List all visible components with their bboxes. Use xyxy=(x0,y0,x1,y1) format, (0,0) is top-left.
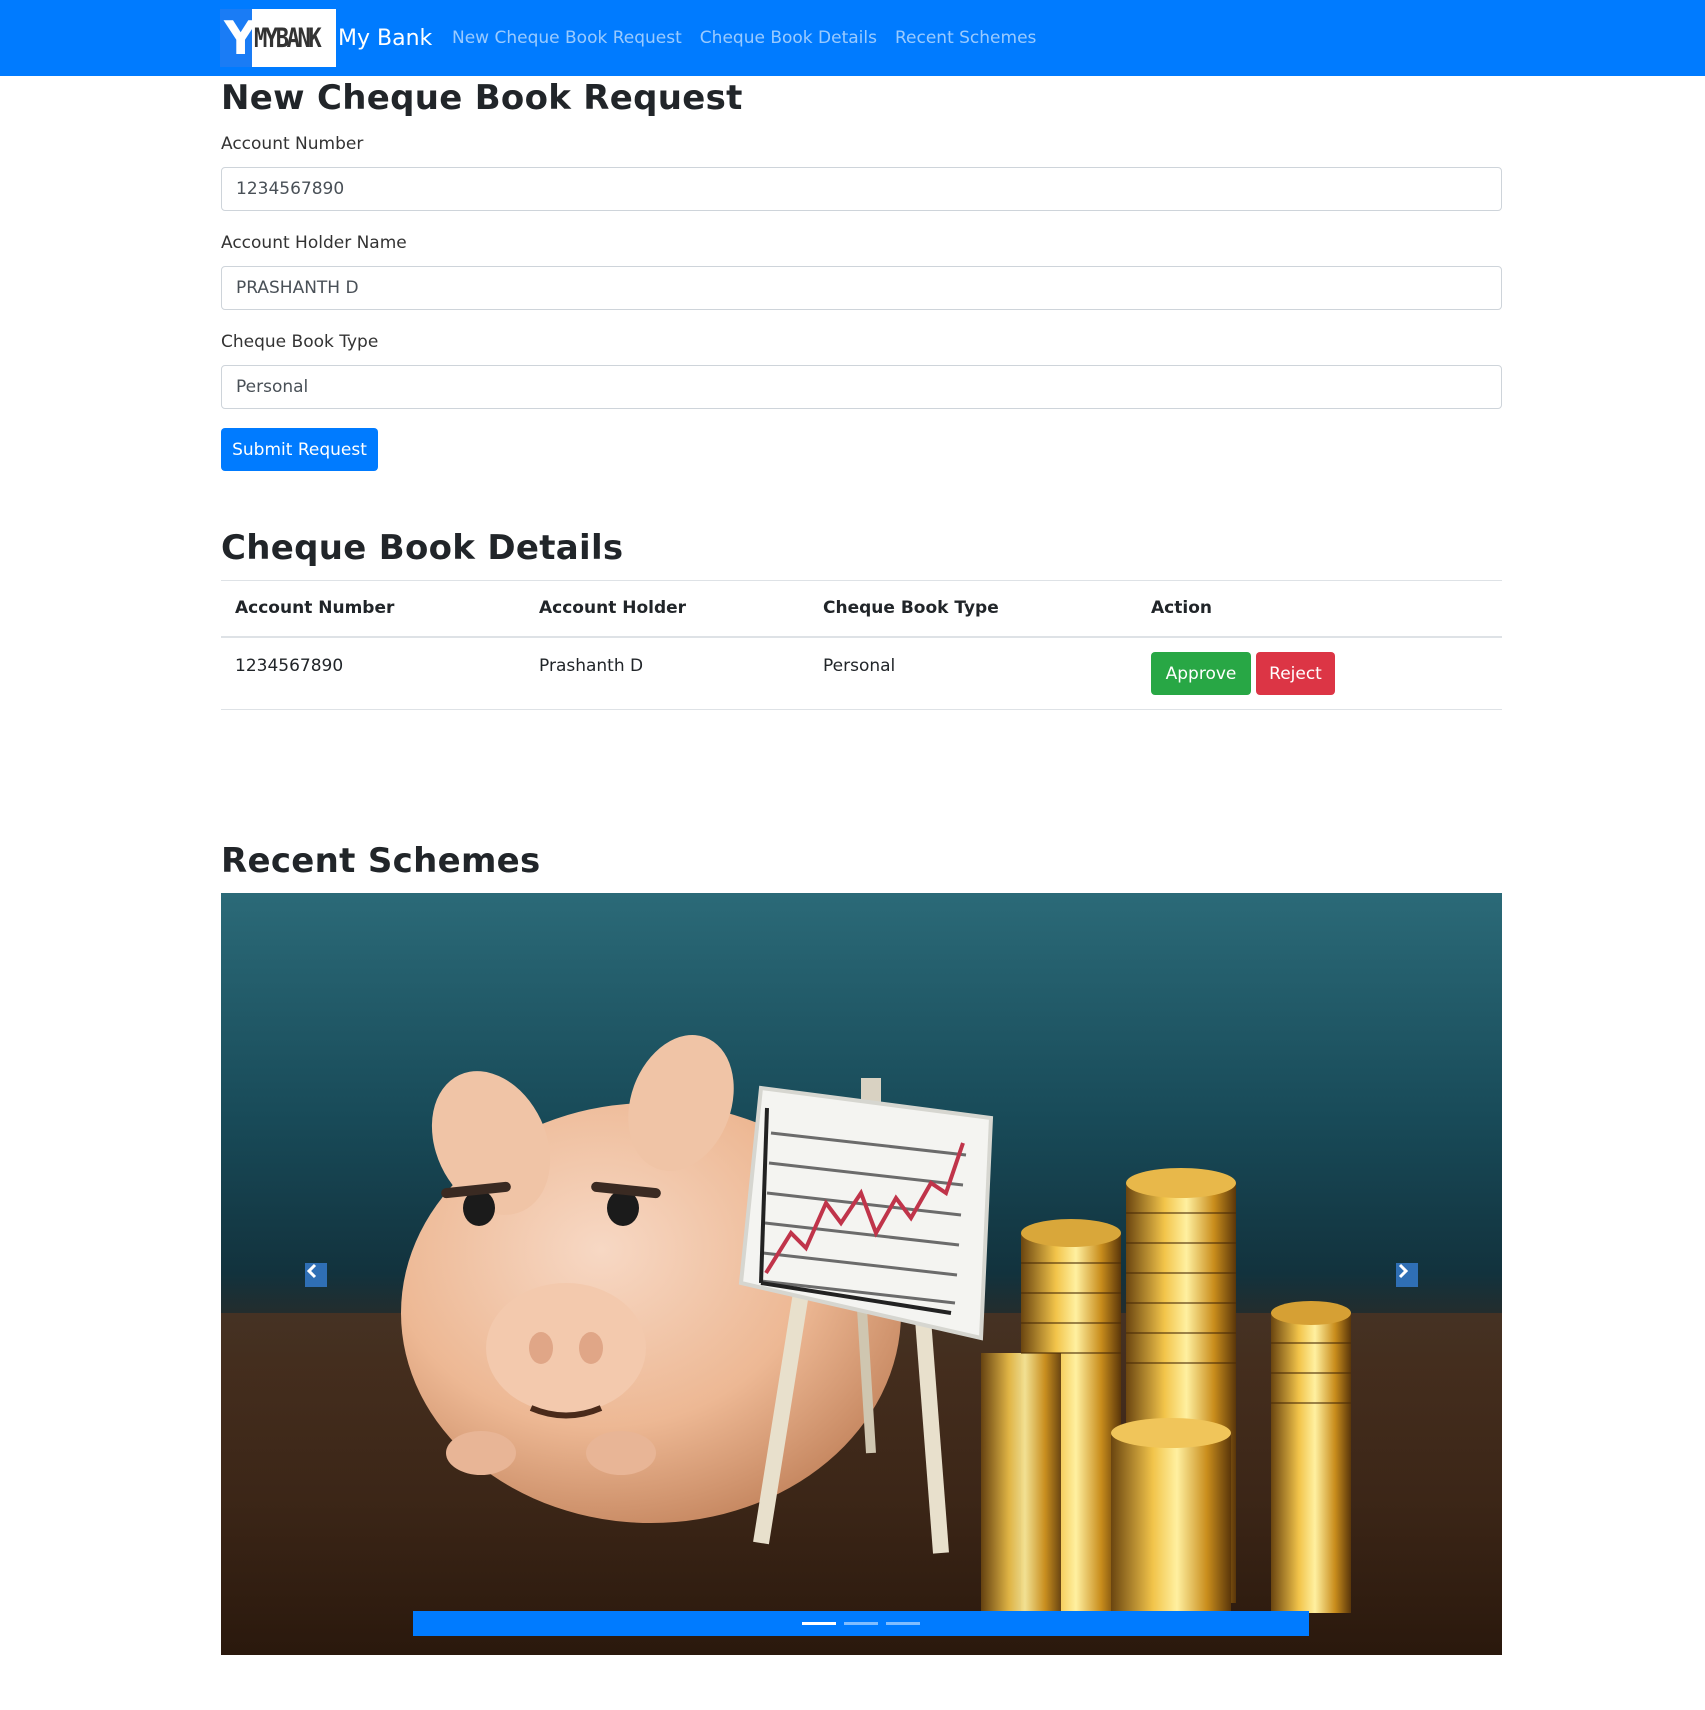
column-header-book-type: Cheque Book Type xyxy=(823,598,999,618)
cell-book-type: Personal xyxy=(823,656,896,676)
bank-logo: Y MYBANK xyxy=(220,9,336,67)
carousel-slide-image xyxy=(221,1035,1502,1655)
cell-account-number: 1234567890 xyxy=(235,656,344,676)
holder-name-input[interactable] xyxy=(221,266,1502,310)
nav-link-details[interactable]: Cheque Book Details xyxy=(700,28,877,48)
carousel-indicator-bar xyxy=(413,1611,1309,1636)
chevron-left-icon xyxy=(306,1263,317,1279)
schemes-carousel xyxy=(221,893,1502,1655)
nav-link-schemes[interactable]: Recent Schemes xyxy=(895,28,1036,48)
holder-name-label: Account Holder Name xyxy=(221,233,407,253)
carousel-prev-button[interactable] xyxy=(305,1263,327,1287)
logo-text: MYBANK xyxy=(254,22,322,54)
carousel-indicator-3[interactable] xyxy=(886,1622,920,1625)
brand[interactable]: Y MYBANK My Bank xyxy=(220,9,432,67)
reject-button[interactable]: Reject xyxy=(1256,652,1335,695)
carousel-indicator-1[interactable] xyxy=(802,1622,836,1625)
navbar: Y MYBANK My Bank New Cheque Book Request… xyxy=(0,0,1705,76)
schemes-title: Recent Schemes xyxy=(221,841,541,881)
column-header-account-holder: Account Holder xyxy=(539,598,687,618)
column-header-action: Action xyxy=(1151,598,1212,618)
nav-link-new-request[interactable]: New Cheque Book Request xyxy=(452,28,682,48)
column-header-account-number: Account Number xyxy=(235,598,395,618)
account-number-label: Account Number xyxy=(221,134,364,154)
nav-links: New Cheque Book Request Cheque Book Deta… xyxy=(452,0,1054,76)
request-form-title: New Cheque Book Request xyxy=(221,78,743,118)
approve-button[interactable]: Approve xyxy=(1151,652,1251,695)
book-type-label: Cheque Book Type xyxy=(221,332,379,352)
submit-request-button[interactable]: Submit Request xyxy=(221,428,378,471)
cell-account-holder: Prashanth D xyxy=(539,656,644,676)
carousel-indicator-2[interactable] xyxy=(844,1622,878,1625)
brand-name[interactable]: My Bank xyxy=(338,26,432,51)
book-type-input[interactable] xyxy=(221,365,1502,409)
carousel-next-button[interactable] xyxy=(1396,1263,1418,1287)
chevron-right-icon xyxy=(1398,1263,1409,1279)
details-title: Cheque Book Details xyxy=(221,528,624,568)
account-number-input[interactable] xyxy=(221,167,1502,211)
